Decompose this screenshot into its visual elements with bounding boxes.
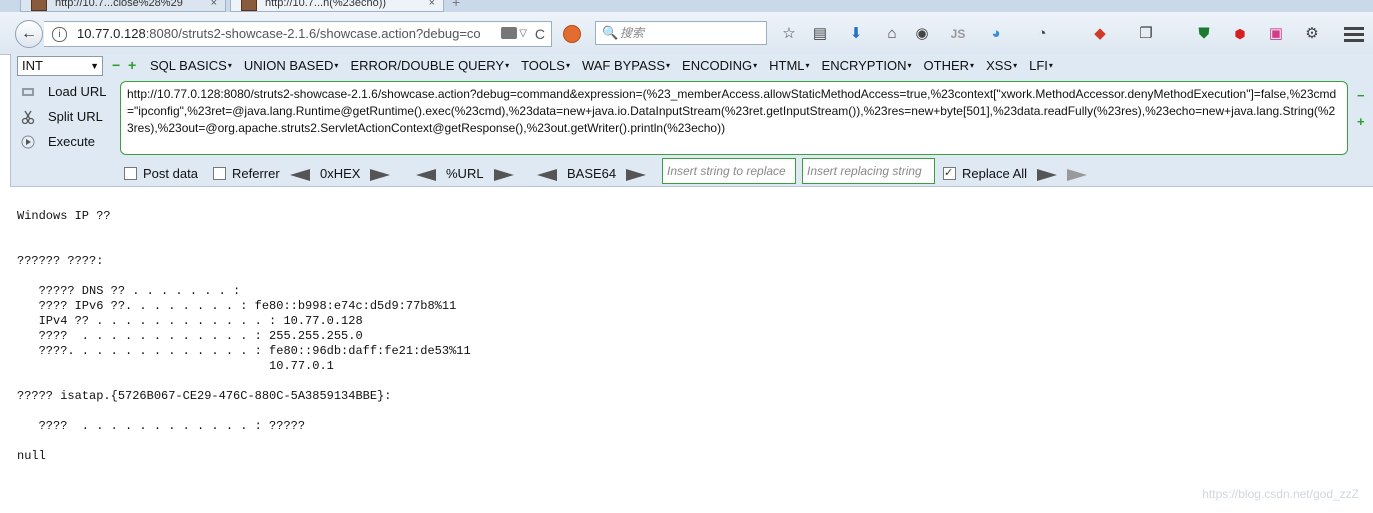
post-data-checkbox[interactable]: Post data — [124, 166, 198, 182]
tab-2-close-icon[interactable]: × — [429, 0, 435, 11]
remove-field-icon[interactable]: − — [112, 58, 122, 72]
address-bar[interactable]: i 10.77.0.128:8080/struts2-showcase-2.1.… — [44, 21, 552, 47]
hex-encoder: 0xHEX — [290, 164, 391, 184]
downloads-icon[interactable]: ⬇ — [846, 24, 866, 44]
navigation-toolbar: ← i 10.77.0.128:8080/struts2-showcase-2.… — [0, 12, 1373, 55]
hackbar-menu: SQL BASICS UNION BASED ERROR/DOUBLE QUERY T… — [150, 56, 1065, 76]
tab-2-active[interactable]: http://10.7...n(%23echo)) × — [230, 0, 444, 12]
history-dropdown-icon[interactable]: ▽ — [519, 22, 527, 46]
url-encoder: %URL — [416, 164, 514, 184]
search-icon: 🔍 — [602, 25, 619, 40]
menu-sql-basics[interactable]: SQL BASICS — [150, 58, 232, 73]
execute-button[interactable]: Execute — [17, 132, 127, 152]
menu-encryption[interactable]: ENCRYPTION — [822, 58, 912, 73]
replace-all-checkbox[interactable]: Replace All — [943, 165, 1027, 182]
settings-gear-icon[interactable]: ⚙ — [1302, 24, 1322, 44]
base64-decode-arrow-icon[interactable] — [537, 168, 557, 181]
search-placeholder: 搜索 — [620, 26, 645, 40]
addon-earth-icon[interactable]: ◕ — [986, 24, 1006, 44]
addon-red-icon[interactable]: ◆ — [1090, 24, 1110, 44]
url-textarea[interactable]: http://10.77.0.128:8080/struts2-showcase… — [120, 81, 1348, 155]
base64-encode-arrow-icon[interactable] — [626, 168, 647, 181]
block-addon-icon[interactable] — [563, 25, 581, 43]
address-text: 10.77.0.128:8080/struts2-showcase-2.1.6/… — [77, 26, 481, 41]
type-select[interactable]: INT ▼ — [17, 56, 103, 76]
replace-run — [1037, 164, 1087, 184]
back-button[interactable]: ← — [15, 20, 43, 48]
bookmark-star-icon[interactable]: ☆ — [779, 24, 799, 44]
load-url-icon — [22, 88, 34, 96]
reading-list-icon[interactable]: ▤ — [810, 24, 830, 44]
page-output: Windows IP ?? ?????? ????: ????? DNS ?? … — [17, 209, 471, 463]
feed-icon[interactable] — [501, 27, 517, 39]
page-favicon-icon — [241, 0, 257, 11]
referrer-box[interactable] — [213, 167, 226, 181]
shield-icon[interactable]: ⛊ — [1194, 24, 1214, 44]
palette-icon[interactable]: ◔ — [1032, 24, 1052, 44]
replace-next-arrow-icon[interactable] — [1066, 168, 1087, 181]
tab-1-close-icon[interactable]: × — [211, 0, 217, 11]
replace-with-input[interactable]: Insert replacing string — [802, 158, 935, 184]
site-info-icon[interactable]: i — [52, 27, 67, 42]
replace-run-arrow-icon[interactable] — [1037, 168, 1057, 181]
load-url-button[interactable]: Load URL — [17, 82, 127, 102]
watermark: https://blog.csdn.net/god_zzZ — [1202, 487, 1359, 501]
tab-1-label: http://10.7...close%28%29 — [55, 0, 183, 9]
url-encode-arrow-icon[interactable] — [493, 168, 514, 181]
menu-hamburger-icon[interactable] — [1344, 24, 1364, 44]
js-toggle-icon[interactable]: JS — [948, 24, 968, 44]
url-decode-arrow-icon[interactable] — [416, 168, 436, 181]
remove-textarea-icon[interactable]: − — [1357, 88, 1365, 103]
base64-encoder: BASE64 — [537, 164, 647, 184]
tab-1[interactable]: http://10.7...close%28%29 × — [20, 0, 226, 12]
hex-encode-arrow-icon[interactable] — [370, 168, 391, 181]
home-icon[interactable]: ⌂ — [882, 24, 902, 44]
replace-all-box[interactable] — [943, 165, 956, 181]
play-icon — [21, 135, 35, 149]
adblock-icon[interactable]: ⬢ — [1230, 24, 1250, 44]
scissors-icon — [21, 110, 35, 124]
menu-error-double-query[interactable]: ERROR/DOUBLE QUERY — [350, 58, 509, 73]
menu-lfi[interactable]: LFI — [1029, 58, 1053, 73]
split-url-button[interactable]: Split URL — [17, 107, 127, 127]
search-box[interactable]: 🔍 搜索 — [595, 21, 767, 45]
add-textarea-icon[interactable]: + — [1357, 114, 1365, 129]
hex-decode-arrow-icon[interactable] — [290, 168, 310, 181]
menu-union-based[interactable]: UNION BASED — [244, 58, 339, 73]
menu-tools[interactable]: TOOLS — [521, 58, 570, 73]
tab-2-label: http://10.7...n(%23echo)) — [265, 0, 387, 9]
page-favicon-icon — [31, 0, 47, 11]
referrer-checkbox[interactable]: Referrer — [213, 166, 280, 182]
menu-other[interactable]: OTHER — [924, 58, 975, 73]
menu-encoding[interactable]: ENCODING — [682, 58, 757, 73]
menu-html[interactable]: HTML — [769, 58, 809, 73]
addon-square-icon[interactable]: ▣ — [1266, 24, 1286, 44]
hackbar-panel: INT ▼ − + SQL BASICS UNION BASED ERROR/DOU… — [10, 54, 1373, 187]
tab-strip: http://10.7...close%28%29 × http://10.7.… — [0, 0, 1373, 12]
menu-xss[interactable]: XSS — [986, 58, 1017, 73]
addon-window-icon[interactable]: ❐ — [1136, 24, 1156, 44]
reload-icon[interactable]: C — [535, 22, 545, 46]
addon-globe-icon[interactable]: ◉ — [912, 24, 932, 44]
post-data-box[interactable] — [124, 167, 137, 181]
add-field-icon[interactable]: + — [128, 58, 138, 72]
new-tab-button[interactable]: + — [452, 0, 460, 10]
chevron-down-icon: ▼ — [90, 61, 99, 71]
menu-waf-bypass[interactable]: WAF BYPASS — [582, 58, 670, 73]
replace-find-input[interactable]: Insert string to replace — [662, 158, 796, 184]
